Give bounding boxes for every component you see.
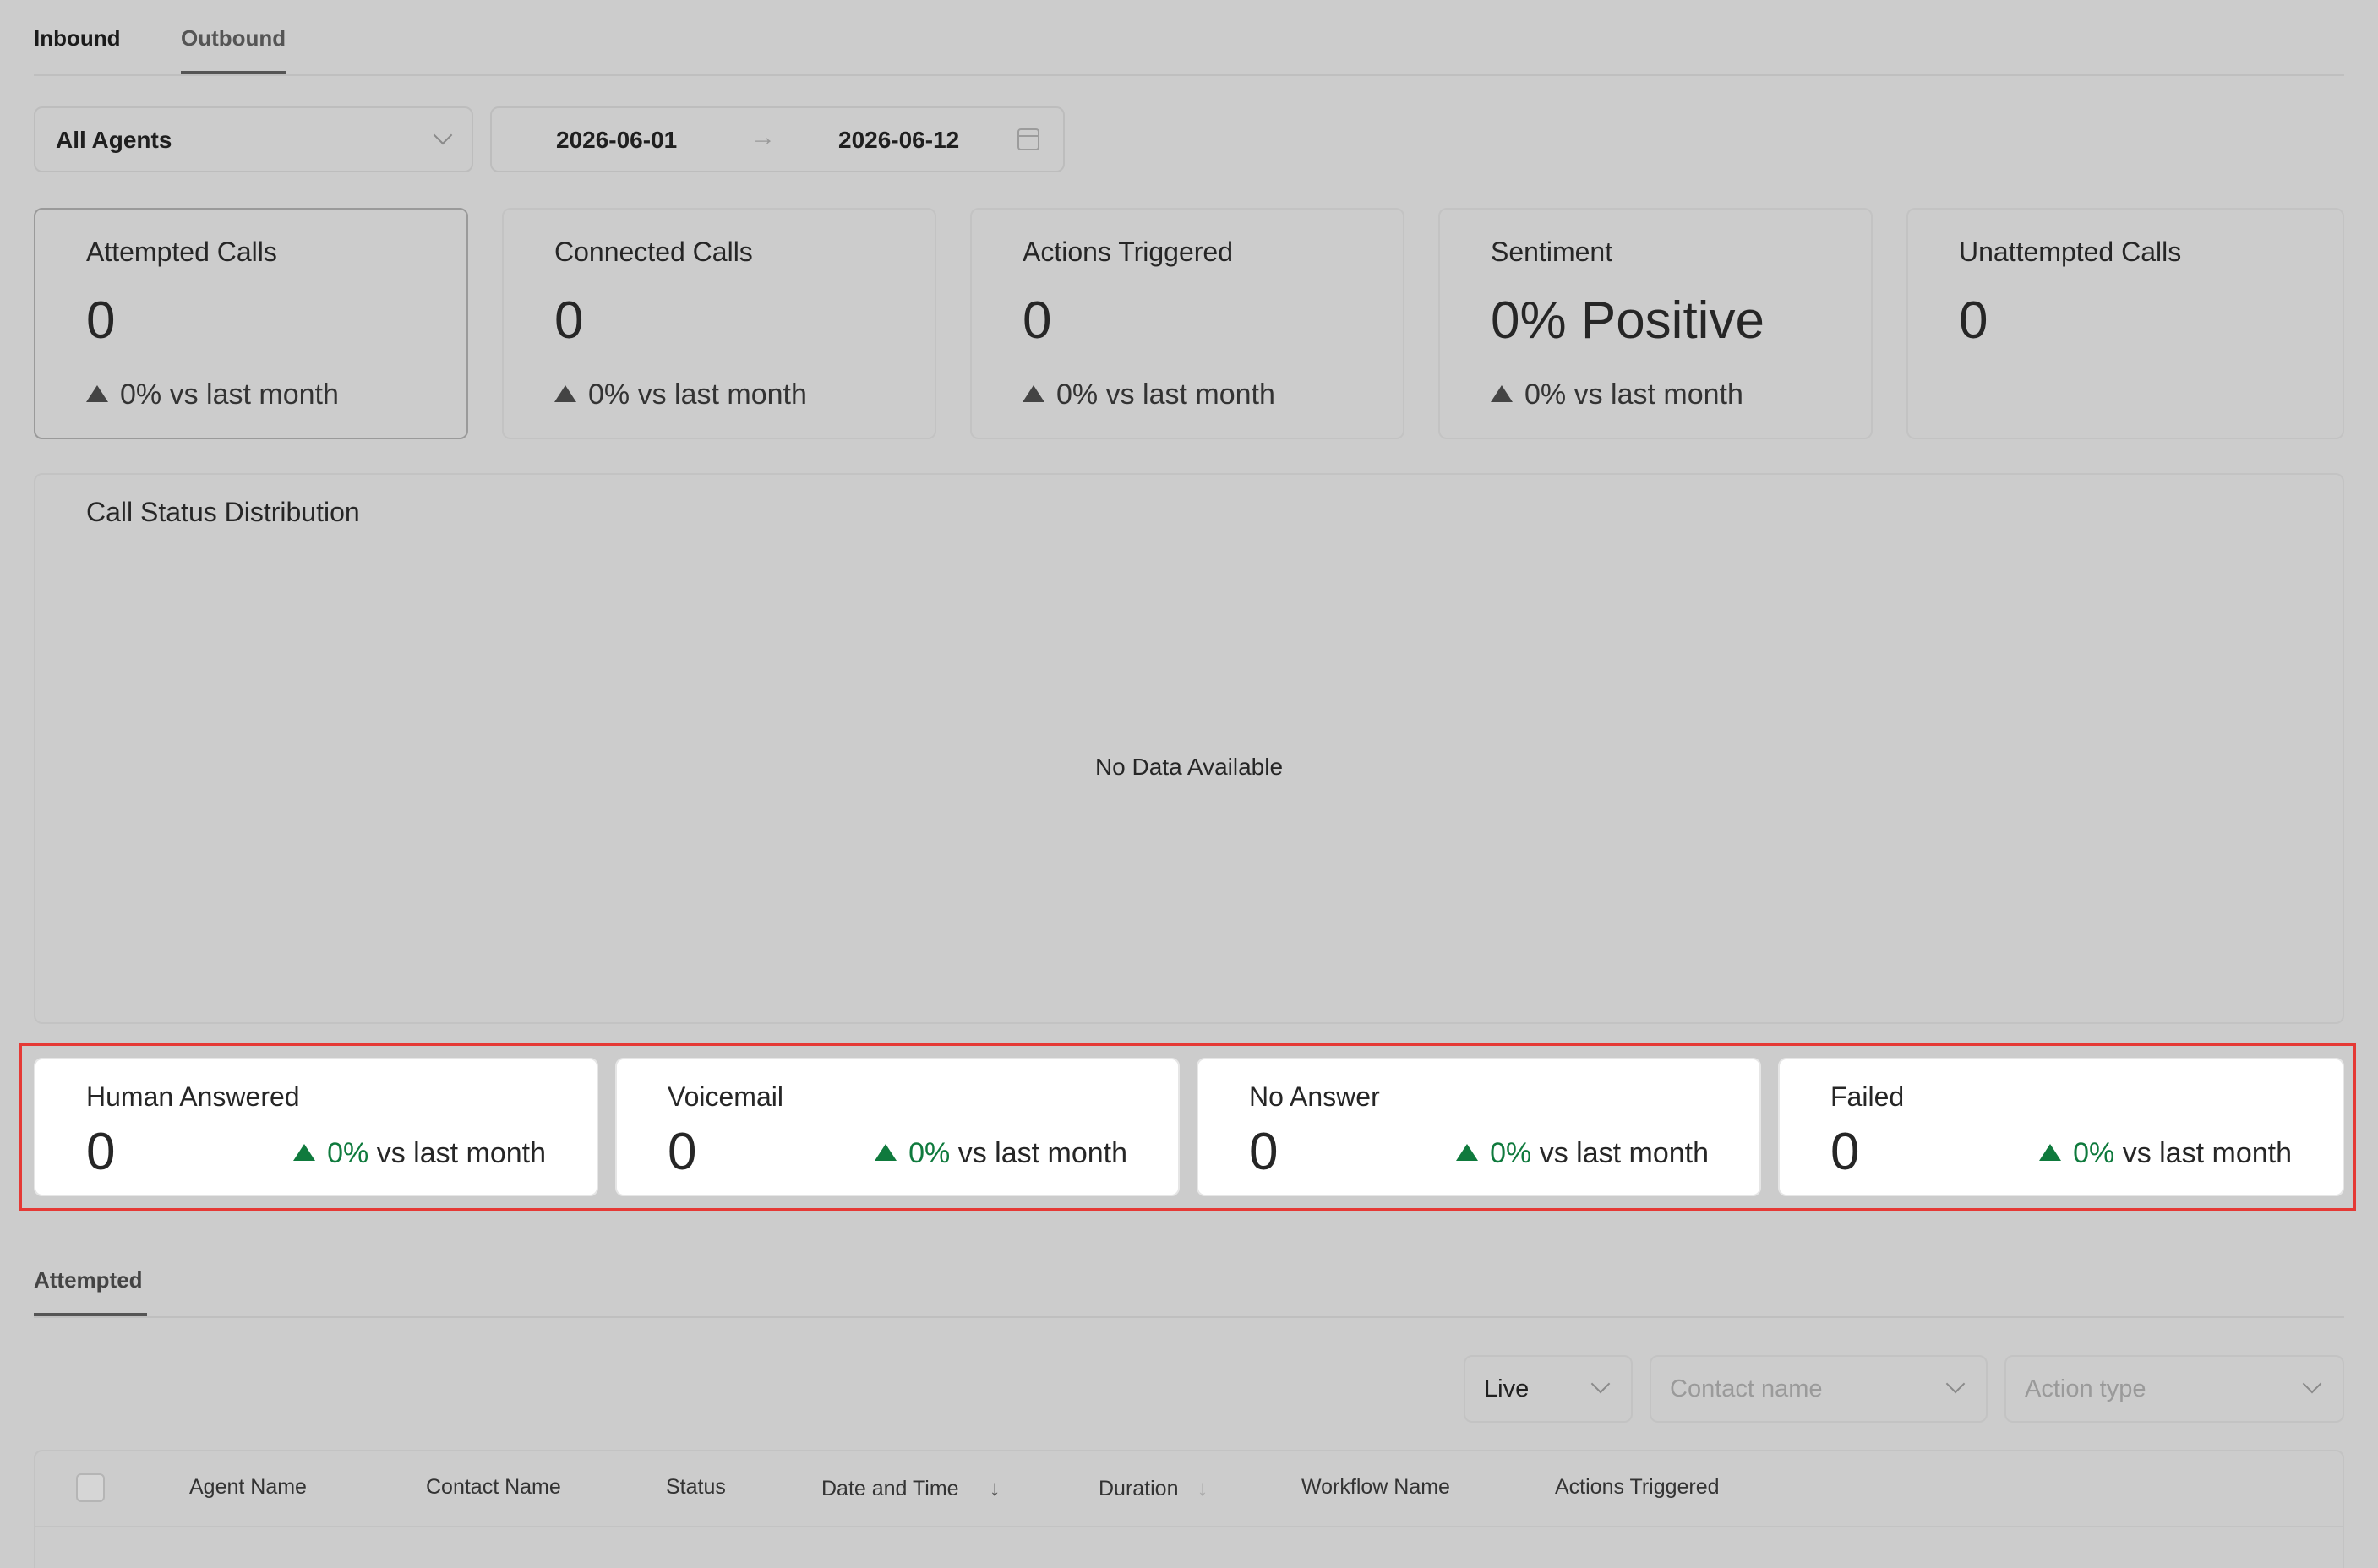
status-title: Failed: [1830, 1081, 1905, 1112]
agent-select-value: All Agents: [56, 127, 172, 153]
column-workflow-name[interactable]: Workflow Name: [1301, 1475, 1450, 1500]
status-value: 0: [668, 1123, 697, 1181]
stat-title: Connected Calls: [554, 237, 753, 267]
column-duration[interactable]: Duration ↓: [1099, 1475, 1208, 1501]
stat-title: Attempted Calls: [86, 237, 277, 267]
stat-title: Sentiment: [1491, 237, 1613, 267]
stat-card-unattempted-calls[interactable]: Unattempted Calls 0: [1906, 208, 2344, 439]
stat-card-connected-calls[interactable]: Connected Calls 0 0% vs last month: [502, 208, 936, 439]
divider: [34, 1316, 2344, 1318]
stat-card-actions-triggered[interactable]: Actions Triggered 0 0% vs last month: [970, 208, 1404, 439]
chevron-down-icon: [2302, 1374, 2322, 1394]
triangle-up-icon: [1491, 385, 1513, 402]
sort-arrow-icon[interactable]: ↓: [1197, 1475, 1208, 1500]
chevron-down-icon: [1945, 1374, 1966, 1394]
status-delta: 0% vs last month: [293, 1137, 546, 1170]
column-contact-name[interactable]: Contact Name: [426, 1475, 561, 1500]
status-card-human-answered[interactable]: Human Answered 0 0% vs last month: [34, 1058, 598, 1196]
status-value: 0: [1830, 1123, 1860, 1181]
empty-state: No Data Available: [1094, 754, 1284, 780]
stat-value: 0: [86, 291, 116, 350]
column-status[interactable]: Status: [666, 1475, 726, 1500]
agent-select[interactable]: All Agents: [34, 106, 473, 172]
status-delta: 0% vs last month: [2039, 1137, 2292, 1170]
divider: [34, 74, 2344, 76]
stat-delta: 0% vs last month: [1491, 378, 1743, 411]
stat-delta: 0% vs last month: [86, 378, 339, 411]
arrow-right-icon: →: [750, 123, 776, 151]
contact-name-select[interactable]: Contact name: [1650, 1355, 1988, 1423]
live-select-value: Live: [1484, 1375, 1530, 1402]
live-select[interactable]: Live: [1464, 1355, 1633, 1423]
triangle-up-icon: [875, 1144, 897, 1161]
triangle-up-icon: [1023, 385, 1044, 402]
call-status-distribution-panel: Call Status Distribution No Data Availab…: [34, 473, 2344, 1024]
tab-attempted[interactable]: Attempted: [34, 1267, 143, 1293]
date-end[interactable]: 2026-06-12: [838, 127, 959, 154]
tab-outbound[interactable]: Outbound: [181, 25, 286, 52]
status-card-failed[interactable]: Failed 0 0% vs last month: [1778, 1058, 2344, 1196]
stat-value: 0: [1959, 291, 1988, 350]
stat-value: 0: [554, 291, 584, 350]
stat-delta: 0% vs last month: [554, 378, 807, 411]
chevron-down-icon: [1590, 1374, 1611, 1394]
status-title: Human Answered: [86, 1081, 300, 1112]
status-delta: 0% vs last month: [1456, 1137, 1709, 1170]
action-type-placeholder: Action type: [2025, 1375, 2146, 1402]
column-date-and-time[interactable]: Date and Time ↓: [821, 1475, 1001, 1501]
status-card-no-answer[interactable]: No Answer 0 0% vs last month: [1197, 1058, 1761, 1196]
sort-arrow-icon[interactable]: ↓: [990, 1475, 1001, 1500]
date-start[interactable]: 2026-06-01: [556, 127, 677, 154]
chevron-down-icon: [433, 125, 453, 145]
calendar-icon[interactable]: [1017, 128, 1039, 150]
table-header: Agent Name Contact Name Status Date and …: [35, 1451, 2343, 1527]
status-title: No Answer: [1249, 1081, 1380, 1112]
stat-value: 0% Positive: [1491, 291, 1764, 350]
triangle-up-icon: [86, 385, 108, 402]
stat-title: Unattempted Calls: [1959, 237, 2182, 267]
status-value: 0: [1249, 1123, 1279, 1181]
date-range-picker[interactable]: 2026-06-01 → 2026-06-12: [490, 106, 1065, 172]
stat-delta: 0% vs last month: [1023, 378, 1275, 411]
triangle-up-icon: [554, 385, 576, 402]
stat-card-sentiment[interactable]: Sentiment 0% Positive 0% vs last month: [1438, 208, 1873, 439]
status-value: 0: [86, 1123, 116, 1181]
tab-inbound[interactable]: Inbound: [34, 25, 121, 52]
select-all-checkbox[interactable]: [76, 1473, 105, 1502]
status-delta: 0% vs last month: [875, 1137, 1127, 1170]
triangle-up-icon: [1456, 1144, 1479, 1161]
contact-name-placeholder: Contact name: [1670, 1375, 1823, 1402]
triangle-up-icon: [2039, 1144, 2062, 1161]
stat-title: Actions Triggered: [1023, 237, 1234, 267]
status-card-voicemail[interactable]: Voicemail 0 0% vs last month: [615, 1058, 1180, 1196]
panel-title: Call Status Distribution: [86, 497, 360, 527]
triangle-up-icon: [293, 1144, 316, 1161]
column-agent-name[interactable]: Agent Name: [189, 1475, 307, 1500]
stat-value: 0: [1023, 291, 1052, 350]
calls-table: Agent Name Contact Name Status Date and …: [34, 1450, 2344, 1568]
action-type-select[interactable]: Action type: [2004, 1355, 2344, 1423]
column-actions-triggered[interactable]: Actions Triggered: [1555, 1475, 1720, 1500]
stat-card-attempted-calls[interactable]: Attempted Calls 0 0% vs last month: [34, 208, 468, 439]
status-title: Voicemail: [668, 1081, 783, 1112]
